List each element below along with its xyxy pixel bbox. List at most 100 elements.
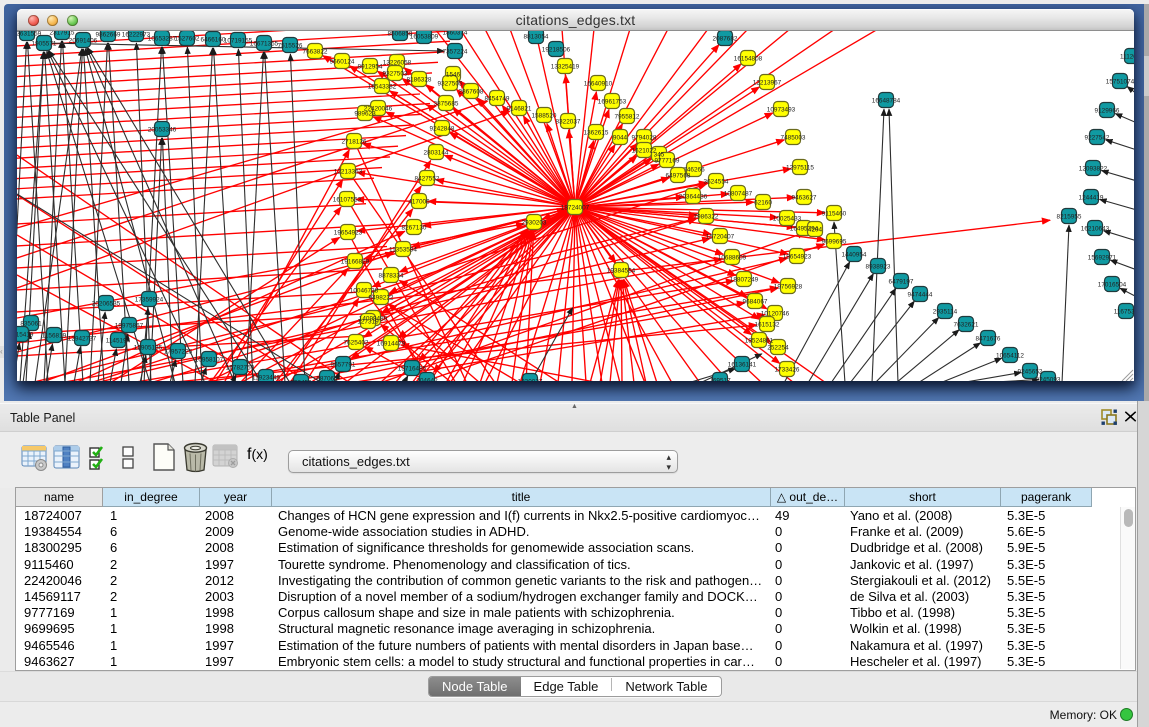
svg-text:3915419: 3915419 bbox=[17, 332, 34, 339]
svg-text:1527602: 1527602 bbox=[175, 36, 200, 43]
svg-text:13631559: 13631559 bbox=[17, 31, 42, 38]
svg-text:9699695: 9699695 bbox=[822, 239, 847, 246]
svg-text:2935114: 2935114 bbox=[933, 309, 958, 316]
svg-text:17359924: 17359924 bbox=[135, 297, 164, 304]
svg-text:20364436: 20364436 bbox=[679, 194, 708, 201]
svg-text:7663822: 7663822 bbox=[303, 49, 328, 56]
svg-text:16107553: 16107553 bbox=[333, 197, 362, 204]
svg-text:9129966: 9129966 bbox=[1095, 108, 1120, 115]
svg-text:19218506: 19218506 bbox=[542, 47, 571, 54]
svg-text:10653287: 10653287 bbox=[148, 36, 177, 43]
svg-text:12213967: 12213967 bbox=[753, 80, 782, 87]
svg-text:19756928: 19756928 bbox=[774, 284, 803, 291]
svg-text:1830027: 1830027 bbox=[518, 379, 543, 382]
svg-text:9777169: 9777169 bbox=[655, 158, 680, 165]
svg-text:12975115: 12975115 bbox=[786, 165, 814, 172]
svg-text:16210643: 16210643 bbox=[1081, 226, 1110, 233]
svg-text:1733426: 1733426 bbox=[775, 367, 800, 374]
svg-text:417006: 417006 bbox=[408, 199, 430, 206]
svg-text:7632621: 7632621 bbox=[954, 322, 979, 329]
svg-text:9498222: 9498222 bbox=[369, 295, 394, 302]
svg-text:16136141: 16136141 bbox=[728, 362, 757, 369]
svg-text:12213363: 12213363 bbox=[334, 169, 363, 176]
svg-text:15720407: 15720407 bbox=[706, 234, 735, 241]
svg-text:1440954: 1440954 bbox=[842, 252, 867, 259]
svg-text:989623: 989623 bbox=[354, 111, 376, 118]
svg-text:769517: 769517 bbox=[709, 378, 731, 382]
svg-text:10958107: 10958107 bbox=[195, 357, 224, 364]
svg-text:1244419: 1244419 bbox=[1079, 195, 1104, 202]
svg-text:6466160: 6466160 bbox=[201, 37, 226, 44]
svg-text:1145194: 1145194 bbox=[106, 338, 131, 345]
svg-text:11923448: 11923448 bbox=[252, 375, 280, 382]
svg-text:9245652: 9245652 bbox=[1018, 369, 1043, 376]
svg-text:20691406: 20691406 bbox=[69, 38, 98, 45]
svg-text:7485003: 7485003 bbox=[781, 135, 806, 142]
svg-text:1615132: 1615132 bbox=[755, 322, 780, 329]
svg-text:19975867: 19975867 bbox=[115, 323, 144, 330]
svg-text:15751074: 15751074 bbox=[1106, 79, 1134, 86]
svg-text:9146821: 9146821 bbox=[507, 106, 532, 113]
svg-text:835061: 835061 bbox=[20, 321, 42, 328]
svg-text:1156819: 1156819 bbox=[42, 333, 67, 340]
svg-text:20053346: 20053346 bbox=[148, 127, 177, 134]
svg-text:19166829: 19166829 bbox=[341, 259, 370, 266]
svg-text:15716485: 15716485 bbox=[398, 366, 427, 373]
svg-text:18807249: 18807249 bbox=[730, 277, 759, 284]
svg-text:2803144: 2803144 bbox=[424, 150, 449, 157]
svg-text:9657791: 9657791 bbox=[331, 362, 356, 369]
svg-text:8267130: 8267130 bbox=[402, 225, 427, 232]
svg-text:16543382: 16543382 bbox=[368, 84, 397, 91]
svg-text:16648784: 16648784 bbox=[872, 98, 901, 105]
svg-text:10688609: 10688609 bbox=[718, 255, 747, 262]
svg-text:15692971: 15692971 bbox=[1088, 255, 1117, 262]
svg-text:16154808: 16154808 bbox=[734, 56, 763, 63]
svg-text:8427552: 8427552 bbox=[415, 176, 440, 183]
svg-text:8215955: 8215955 bbox=[1057, 214, 1082, 221]
svg-text:7986322: 7986322 bbox=[694, 214, 719, 221]
svg-text:9242848: 9242848 bbox=[430, 126, 455, 133]
svg-text:12905135: 12905135 bbox=[134, 345, 163, 352]
svg-text:13325419: 13325419 bbox=[551, 64, 580, 71]
svg-text:4204: 4204 bbox=[808, 227, 823, 234]
svg-text:7625402: 7625402 bbox=[344, 340, 369, 347]
svg-text:9463627: 9463627 bbox=[792, 195, 817, 202]
svg-text:19384554: 19384554 bbox=[607, 268, 636, 275]
svg-text:16640910: 16640910 bbox=[584, 81, 613, 88]
svg-text:992450: 992450 bbox=[290, 380, 312, 382]
svg-text:9684067: 9684067 bbox=[743, 299, 768, 306]
svg-text:16671355: 16671355 bbox=[250, 41, 279, 48]
svg-text:16914479: 16914479 bbox=[377, 341, 406, 348]
svg-text:9227542: 9227542 bbox=[1085, 135, 1110, 142]
svg-text:8938923: 8938923 bbox=[866, 264, 891, 271]
svg-text:2087682: 2087682 bbox=[713, 36, 738, 43]
svg-text:10719155: 10719155 bbox=[224, 38, 253, 45]
svg-text:127319: 127319 bbox=[357, 319, 379, 326]
svg-text:16961753: 16961753 bbox=[598, 99, 627, 106]
svg-text:11353594: 11353594 bbox=[389, 247, 417, 254]
svg-text:3624554: 3624554 bbox=[704, 179, 729, 186]
svg-text:8471676: 8471676 bbox=[976, 336, 1001, 343]
svg-text:16782759: 16782759 bbox=[226, 365, 255, 372]
svg-text:7357224: 7357224 bbox=[443, 49, 468, 56]
svg-text:9044: 9044 bbox=[613, 135, 628, 142]
svg-text:1860374: 1860374 bbox=[443, 31, 468, 37]
svg-text:12942737: 12942737 bbox=[68, 336, 97, 343]
svg-text:7515526: 7515526 bbox=[278, 43, 303, 50]
svg-text:1588520: 1588520 bbox=[532, 113, 557, 120]
svg-text:1167533: 1167533 bbox=[1114, 309, 1134, 316]
svg-text:7955812: 7955812 bbox=[615, 114, 640, 121]
svg-text:9327503: 9327503 bbox=[383, 71, 408, 78]
svg-text:10046738: 10046738 bbox=[350, 288, 379, 295]
svg-text:887061: 887061 bbox=[316, 376, 338, 382]
svg-text:104642: 104642 bbox=[416, 378, 438, 382]
svg-text:9115460: 9115460 bbox=[822, 211, 847, 218]
svg-text:9474444: 9474444 bbox=[908, 292, 933, 299]
svg-text:9245093: 9245093 bbox=[1036, 377, 1061, 382]
svg-text:2930203: 2930203 bbox=[522, 220, 547, 227]
svg-text:13226058: 13226058 bbox=[383, 60, 412, 67]
svg-text:1546: 1546 bbox=[446, 72, 461, 79]
svg-text:8878334: 8878334 bbox=[379, 273, 404, 280]
svg-text:8454749: 8454749 bbox=[485, 96, 510, 103]
svg-text:18524861: 18524861 bbox=[745, 338, 774, 345]
